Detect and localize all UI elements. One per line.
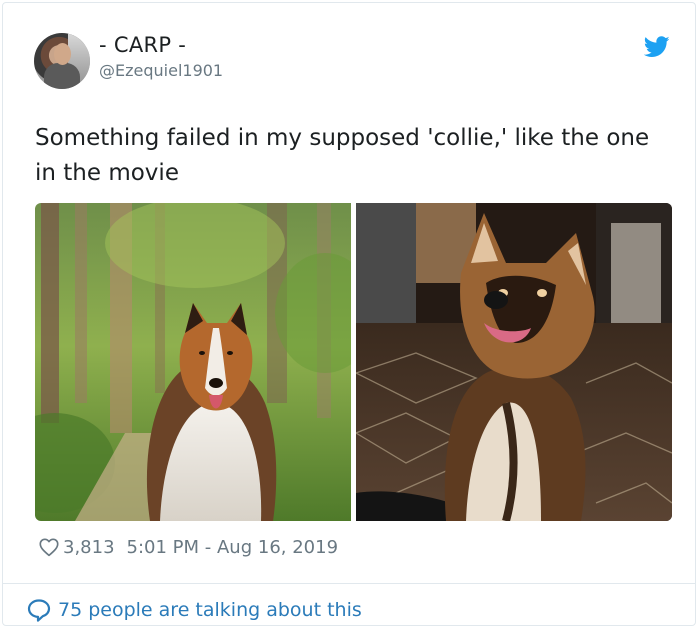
photo-rough-collie-in-forest[interactable] [35, 203, 351, 521]
avatar[interactable] [34, 33, 90, 89]
photo-german-shepherd-mix-indoors[interactable] [356, 203, 672, 521]
tweet-stats: 3,813 5:01 PM - Aug 16, 2019 [38, 534, 338, 560]
speech-bubble-icon [27, 599, 51, 622]
display-name[interactable]: - CARP - [99, 33, 186, 57]
talking-about-text[interactable]: 75 people are talking about this [58, 599, 362, 621]
likes-count[interactable]: 3,813 [63, 537, 115, 558]
tweet-timestamp[interactable]: 5:01 PM - Aug 16, 2019 [127, 537, 339, 558]
twitter-bird-icon[interactable] [644, 36, 670, 58]
divider [3, 583, 695, 584]
tweet-card: - CARP - @Ezequiel1901 Something failed … [2, 2, 696, 626]
heart-icon[interactable] [38, 536, 60, 558]
user-handle[interactable]: @Ezequiel1901 [99, 61, 223, 80]
talking-about-link[interactable]: 75 people are talking about this [26, 596, 362, 624]
tweet-text: Something failed in my supposed 'collie,… [35, 125, 650, 186]
